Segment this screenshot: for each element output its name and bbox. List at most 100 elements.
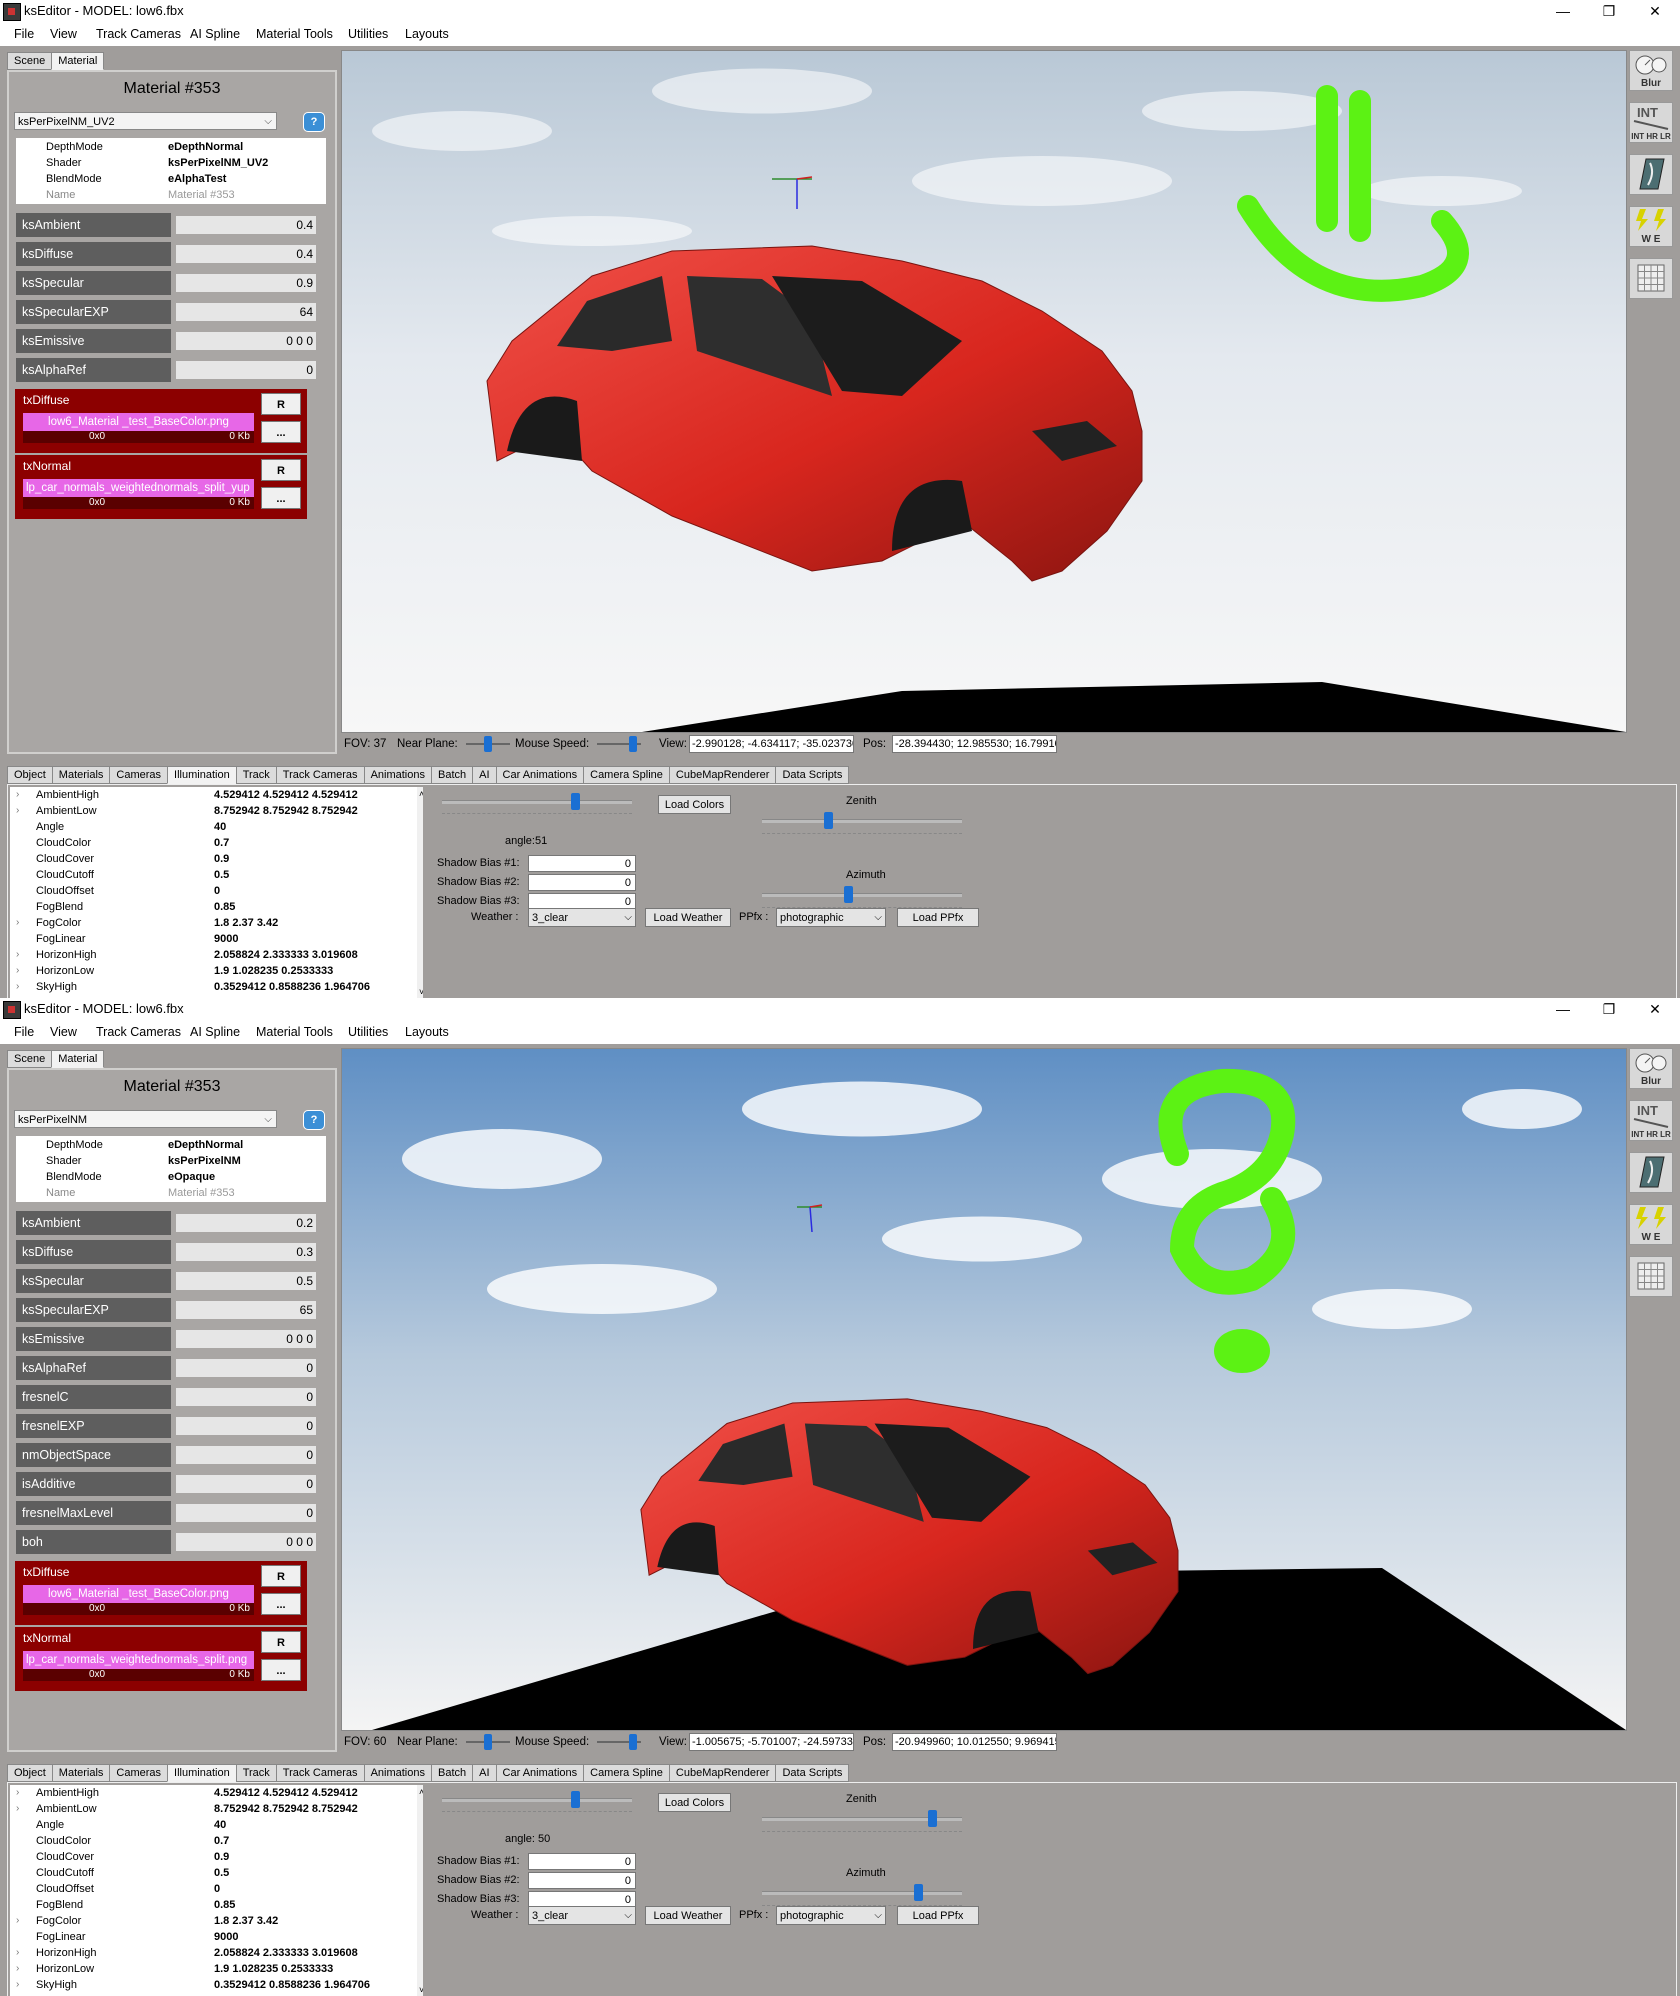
menu-item[interactable]: Material Tools xyxy=(256,1025,333,1039)
param-value[interactable]: 0.4 xyxy=(176,245,316,263)
tab-car-animations[interactable]: Car Animations xyxy=(495,766,585,784)
tree-row[interactable]: FogBlend 0.85 xyxy=(10,901,423,917)
azimuth-slider[interactable] xyxy=(762,1884,962,1901)
param-value[interactable]: 0.5 xyxy=(176,1272,316,1290)
load-weather-button[interactable]: Load Weather xyxy=(645,1906,731,1925)
tab-illumination[interactable]: Illumination xyxy=(167,766,237,784)
tab-camera-spline[interactable]: Camera Spline xyxy=(583,1764,670,1782)
browse-texture-button[interactable]: ... xyxy=(261,487,301,509)
tree-row[interactable]: › AmbientHigh 4.529412 4.529412 4.529412 xyxy=(10,789,423,805)
param-value[interactable]: 0.3 xyxy=(176,1243,316,1261)
shader-select[interactable]: ksPerPixelNM_UV2 ⌵ xyxy=(14,112,277,130)
restore-button[interactable]: ❐ xyxy=(1586,998,1632,1020)
near-plane-slider[interactable] xyxy=(466,736,510,752)
browse-texture-button[interactable]: ... xyxy=(261,1593,301,1615)
tree-row[interactable]: › HorizonLow 1.9 1.028235 0.2533333 xyxy=(10,965,423,981)
shadow-bias-input[interactable]: 0 xyxy=(528,874,636,891)
tab-animations[interactable]: Animations xyxy=(363,766,432,784)
reset-texture-button[interactable]: R xyxy=(261,1631,301,1653)
angle-slider[interactable] xyxy=(442,1791,632,1808)
menu-item[interactable]: Track Cameras xyxy=(96,1025,181,1039)
param-value[interactable]: 0.2 xyxy=(176,1214,316,1232)
menu-item[interactable]: File xyxy=(14,1025,34,1039)
tree-scrollbar[interactable]: ˄ ˅ xyxy=(417,787,423,998)
tab-camera-spline[interactable]: Camera Spline xyxy=(583,766,670,784)
param-value[interactable]: 64 xyxy=(176,303,316,321)
help-icon[interactable]: ? xyxy=(303,1110,325,1130)
tree-row[interactable]: › FogColor 1.8 2.37 3.42 xyxy=(10,917,423,933)
tab-cameras[interactable]: Cameras xyxy=(109,766,169,784)
tab-track[interactable]: Track xyxy=(235,1764,277,1782)
near-plane-slider[interactable] xyxy=(466,1734,510,1750)
illumination-tree[interactable]: › AmbientHigh 4.529412 4.529412 4.529412 › A… xyxy=(10,787,423,998)
tree-row[interactable]: FogLinear 9000 xyxy=(10,933,423,949)
tab-car-animations[interactable]: Car Animations xyxy=(495,1764,585,1782)
expand-icon[interactable]: › xyxy=(16,1963,19,1974)
reset-texture-button[interactable]: R xyxy=(261,393,301,415)
tree-row[interactable]: FogBlend 0.85 xyxy=(10,1899,423,1915)
tab-animations[interactable]: Animations xyxy=(363,1764,432,1782)
tab-track[interactable]: Track xyxy=(235,766,277,784)
restore-button[interactable]: ❐ xyxy=(1586,0,1632,22)
menu-item[interactable]: Track Cameras xyxy=(96,27,181,41)
tab-material[interactable]: Material xyxy=(51,52,105,70)
expand-icon[interactable]: › xyxy=(16,917,19,928)
scroll-up-icon[interactable]: ˄ xyxy=(419,1787,423,1797)
param-value[interactable]: 0.4 xyxy=(176,216,316,234)
browse-texture-button[interactable]: ... xyxy=(261,1659,301,1681)
param-value[interactable]: 0 xyxy=(176,1504,316,1522)
expand-icon[interactable]: › xyxy=(16,1803,19,1814)
track-tool-button[interactable] xyxy=(1629,1152,1673,1193)
param-value[interactable]: 0 xyxy=(176,361,316,379)
menu-item[interactable]: File xyxy=(14,27,34,41)
param-value[interactable]: 0 0 0 xyxy=(176,1533,316,1551)
expand-icon[interactable]: › xyxy=(16,965,19,976)
load-weather-button[interactable]: Load Weather xyxy=(645,908,731,927)
tree-row[interactable]: › HorizonHigh 2.058824 2.333333 3.019608 xyxy=(10,949,423,965)
int-tool-button[interactable]: INT INT HR LR xyxy=(1629,1100,1673,1141)
tree-row[interactable]: CloudCover 0.9 xyxy=(10,1851,423,1867)
ppfx-select[interactable]: photographic ⌵ xyxy=(776,1906,886,1925)
texture-file[interactable]: low6_Material _test_BaseColor.png xyxy=(23,1585,254,1603)
tab-cubemaprenderer[interactable]: CubeMapRenderer xyxy=(668,766,777,784)
tab-data-scripts[interactable]: Data Scripts xyxy=(775,766,850,784)
tab-cubemaprenderer[interactable]: CubeMapRenderer xyxy=(668,1764,777,1782)
3d-viewport[interactable] xyxy=(341,1048,1627,1731)
shader-select[interactable]: ksPerPixelNM ⌵ xyxy=(14,1110,277,1128)
tab-object[interactable]: Object xyxy=(7,1764,53,1782)
expand-icon[interactable]: › xyxy=(16,1947,19,1958)
param-value[interactable]: 0 0 0 xyxy=(176,1330,316,1348)
menu-item[interactable]: View xyxy=(50,1025,77,1039)
tab-cameras[interactable]: Cameras xyxy=(109,1764,169,1782)
menu-item[interactable]: Utilities xyxy=(348,27,388,41)
param-value[interactable]: 0 xyxy=(176,1388,316,1406)
reset-texture-button[interactable]: R xyxy=(261,1565,301,1587)
grid-tool-button[interactable] xyxy=(1629,258,1673,299)
texture-file[interactable]: lp_car_normals_weightednormals_split_yup xyxy=(23,479,254,497)
pos-field[interactable]: -28.394430; 12.985530; 16.799100 xyxy=(892,735,1057,753)
scroll-up-icon[interactable]: ˄ xyxy=(419,789,423,799)
tree-row[interactable]: Angle 40 xyxy=(10,821,423,837)
weather-select[interactable]: 3_clear ⌵ xyxy=(528,908,636,927)
tab-materials[interactable]: Materials xyxy=(51,766,111,784)
tab-scene[interactable]: Scene xyxy=(7,1050,53,1068)
blur-tool-button[interactable]: Blur xyxy=(1629,50,1673,91)
tab-material[interactable]: Material xyxy=(51,1050,105,1068)
ppfx-select[interactable]: photographic ⌵ xyxy=(776,908,886,927)
tab-illumination[interactable]: Illumination xyxy=(167,1764,237,1782)
expand-icon[interactable]: › xyxy=(16,1915,19,1926)
weather-select[interactable]: 3_clear ⌵ xyxy=(528,1906,636,1925)
mouse-speed-slider[interactable] xyxy=(597,736,641,752)
tab-materials[interactable]: Materials xyxy=(51,1764,111,1782)
tree-row[interactable]: › SkyHigh 0.3529412 0.8588236 1.964706 xyxy=(10,981,423,997)
tree-row[interactable]: › SkyHigh 0.3529412 0.8588236 1.964706 xyxy=(10,1979,423,1995)
scroll-down-icon[interactable]: ˅ xyxy=(419,1985,423,1995)
tree-row[interactable]: CloudCutoff 0.5 xyxy=(10,869,423,885)
tree-row[interactable]: CloudColor 0.7 xyxy=(10,837,423,853)
illumination-tree[interactable]: › AmbientHigh 4.529412 4.529412 4.529412 › A… xyxy=(10,1785,423,1996)
tree-row[interactable]: CloudColor 0.7 xyxy=(10,1835,423,1851)
minimize-button[interactable]: — xyxy=(1540,0,1586,22)
tab-ai[interactable]: AI xyxy=(472,766,497,784)
expand-icon[interactable]: › xyxy=(16,789,19,800)
tab-data-scripts[interactable]: Data Scripts xyxy=(775,1764,850,1782)
